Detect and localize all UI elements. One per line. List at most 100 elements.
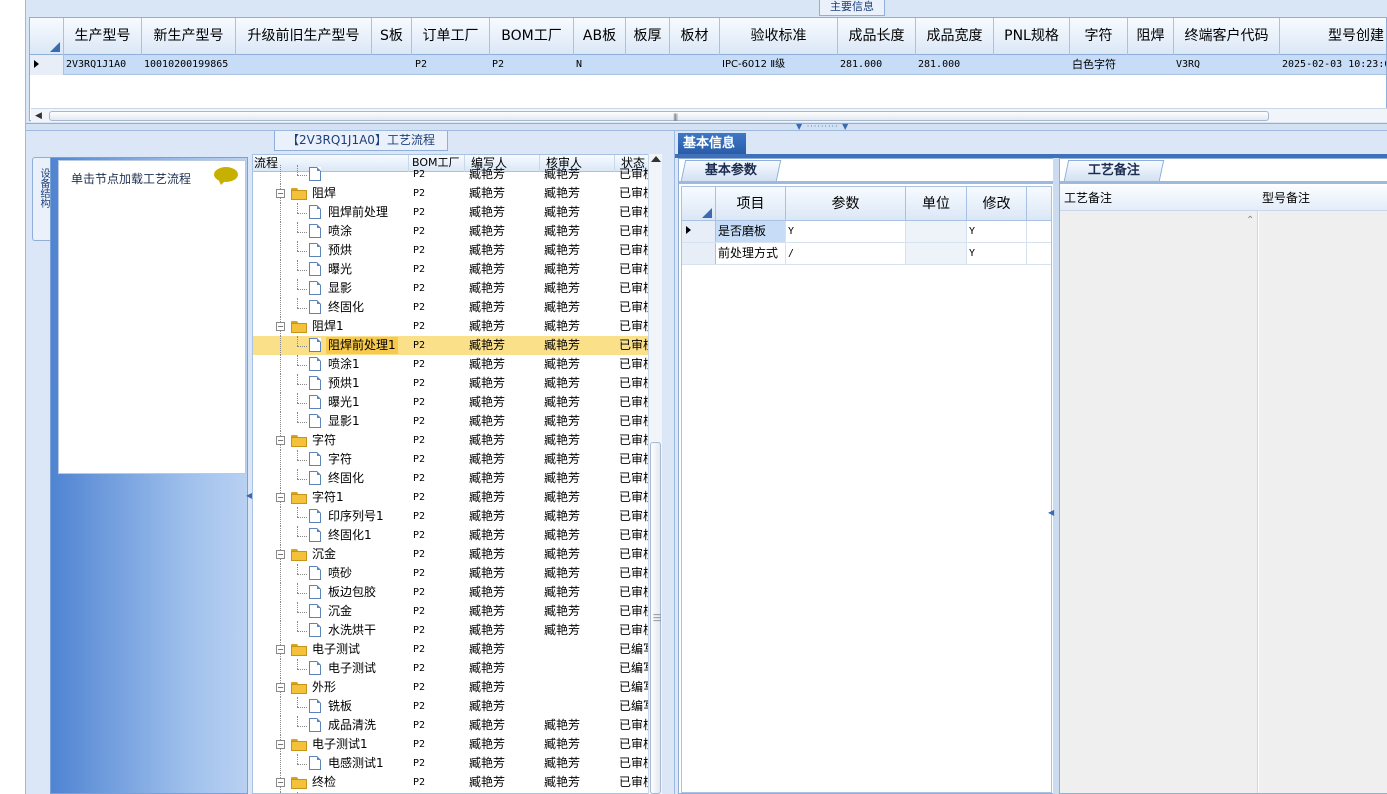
params-col-param[interactable]: 参数: [786, 187, 906, 221]
cell-order-factory[interactable]: P2: [415, 55, 490, 75]
cell-model[interactable]: 2V3RQ1J1A0: [66, 55, 142, 75]
param-unit[interactable]: [906, 221, 967, 242]
row-indicator[interactable]: [30, 55, 64, 75]
tree-folder-row[interactable]: − 沉金 P2 臧艳芳 臧艳芳 已审核: [253, 545, 649, 564]
cell-pnl[interactable]: [996, 55, 1070, 75]
main-grid-row[interactable]: 2V3RQ1J1A0 10010200199865 P2 P2 N IPC-60…: [30, 55, 1386, 75]
tree-node-label[interactable]: 终固化1: [326, 527, 374, 544]
tree-step-row[interactable]: 预烘 P2 臧艳芳 臧艳芳 已审核: [253, 241, 649, 260]
tree-step-row[interactable]: 水洗烘干 P2 臧艳芳 臧艳芳 已审核: [253, 621, 649, 640]
tree-node-label[interactable]: 预烘1: [326, 375, 362, 392]
tree-node-label[interactable]: 字符: [310, 432, 338, 449]
grid-corner-cell[interactable]: [30, 18, 64, 55]
tree-step-row[interactable]: 阻焊前处理 P2 臧艳芳 臧艳芳 已审核: [253, 203, 649, 222]
col-header-solder-mask[interactable]: 阻焊: [1128, 18, 1174, 55]
col-header-pnl[interactable]: PNL规格: [994, 18, 1070, 55]
tree-node-label[interactable]: 终检: [310, 774, 338, 791]
tree-node-label[interactable]: 沉金: [326, 603, 354, 620]
cell-ab-board[interactable]: N: [576, 55, 626, 75]
cell-length[interactable]: 281.000: [840, 55, 916, 75]
basic-info-tab[interactable]: 基本信息: [678, 133, 746, 154]
param-value[interactable]: Y: [786, 221, 906, 242]
tree-node-label[interactable]: 显影: [326, 280, 354, 297]
tree-node-label[interactable]: 电感测试1: [326, 755, 386, 772]
tree-node-label[interactable]: 沉金: [310, 546, 338, 563]
basic-params-tab[interactable]: 基本参数: [680, 160, 782, 181]
col-header-created[interactable]: 型号创建: [1280, 18, 1386, 55]
cell-s-board[interactable]: [374, 55, 412, 75]
col-header-new-model[interactable]: 新生产型号: [142, 18, 236, 55]
params-row-indicator[interactable]: [682, 243, 716, 264]
splitter-grip-icon[interactable]: ▼ ········· ▼: [796, 122, 849, 131]
tree-node-label[interactable]: 曝光: [326, 261, 354, 278]
tree-node-label[interactable]: 预烘: [326, 242, 354, 259]
col-header-order-factory[interactable]: 订单工厂: [412, 18, 490, 55]
tree-step-row[interactable]: 成品清洗 P2 臧艳芳 臧艳芳 已审核: [253, 716, 649, 735]
tree-node-label[interactable]: [326, 166, 330, 183]
tree-node-label[interactable]: 电子测试1: [310, 736, 370, 753]
tree-node-label[interactable]: 字符: [326, 451, 354, 468]
col-header-material[interactable]: 板材: [670, 18, 720, 55]
cell-bom-factory[interactable]: P2: [492, 55, 574, 75]
cell-solder-mask[interactable]: [1130, 55, 1174, 75]
tree-step-row[interactable]: 预烘1 P2 臧艳芳 臧艳芳 已审核: [253, 374, 649, 393]
param-unit[interactable]: [906, 243, 967, 264]
param-item[interactable]: 是否磨板: [716, 221, 786, 242]
main-info-title[interactable]: 主要信息: [819, 0, 885, 16]
tree-node-label[interactable]: 阻焊1: [310, 318, 346, 335]
params-row[interactable]: 前处理方式 / Y: [682, 243, 1051, 265]
tree-node-label[interactable]: 阻焊前处理: [326, 204, 390, 221]
cell-acceptance[interactable]: IPC-6012 Ⅱ级: [722, 55, 838, 75]
tree-node-label[interactable]: 曝光1: [326, 394, 362, 411]
col-header-old-model[interactable]: 升级前旧生产型号: [236, 18, 372, 55]
cell-character[interactable]: 白色字符: [1072, 55, 1128, 75]
tree-node-label[interactable]: 显影1: [326, 413, 362, 430]
collapse-node-icon[interactable]: −: [276, 683, 285, 692]
params-row[interactable]: 是否磨板 Y Y: [682, 221, 1051, 243]
tree-folder-row[interactable]: − 字符1 P2 臧艳芳 臧艳芳 已审核: [253, 488, 649, 507]
tree-node-label[interactable]: 阻焊: [310, 185, 338, 202]
tree-step-row[interactable]: 印序列号1 P2 臧艳芳 臧艳芳 已审核: [253, 507, 649, 526]
cell-old-model[interactable]: [238, 55, 372, 75]
process-notes-tab[interactable]: 工艺备注: [1063, 160, 1165, 181]
col-header-width[interactable]: 成品宽度: [916, 18, 994, 55]
process-flow-title[interactable]: 【2V3RQ1J1A0】工艺流程: [274, 131, 448, 151]
tree-step-row[interactable]: 终固化 P2 臧艳芳 臧艳芳 已审核: [253, 469, 649, 488]
scroll-up-arrow-icon[interactable]: ⌃: [1246, 215, 1254, 226]
tree-node-label[interactable]: 印序列号1: [326, 508, 386, 525]
tree-node-label[interactable]: 喷砂: [326, 565, 354, 582]
tree-step-row[interactable]: 沉金 P2 臧艳芳 臧艳芳 已审核: [253, 602, 649, 621]
tree-step-row[interactable]: 曝光 P2 臧艳芳 臧艳芳 已审核: [253, 260, 649, 279]
params-corner-cell[interactable]: [682, 187, 716, 221]
col-header-customer-code[interactable]: 终端客户代码: [1174, 18, 1280, 55]
tree-step-row[interactable]: 字符 P2 臧艳芳 臧艳芳 已审核: [253, 450, 649, 469]
col-header-model[interactable]: 生产型号: [64, 18, 142, 55]
tree-step-row[interactable]: 喷砂 P2 臧艳芳 臧艳芳 已审核: [253, 564, 649, 583]
tree-node-label[interactable]: 水洗烘干: [326, 622, 378, 639]
tree-step-row[interactable]: 终固化1 P2 臧艳芳 臧艳芳 已审核: [253, 526, 649, 545]
tree-folder-row[interactable]: − 电子测试 P2 臧艳芳 已编写: [253, 640, 649, 659]
device-structure-content[interactable]: 单击节点加载工艺流程: [58, 160, 246, 474]
tree-folder-row[interactable]: − 电子测试1 P2 臧艳芳 臧艳芳 已审核: [253, 735, 649, 754]
tree-step-row[interactable]: 终固化 P2 臧艳芳 臧艳芳 已审核: [253, 298, 649, 317]
tree-folder-row[interactable]: − 阻焊1 P2 臧艳芳 臧艳芳 已审核: [253, 317, 649, 336]
param-item[interactable]: 前处理方式: [716, 243, 786, 264]
collapse-node-icon[interactable]: −: [276, 550, 285, 559]
col-header-acceptance[interactable]: 验收标准: [720, 18, 838, 55]
horizontal-splitter[interactable]: ▼ ········· ▼: [26, 122, 1387, 131]
tree-step-row[interactable]: 显影1 P2 臧艳芳 臧艳芳 已审核: [253, 412, 649, 431]
collapse-node-icon[interactable]: −: [276, 778, 285, 787]
tree-node-label[interactable]: 成品清洗: [326, 717, 378, 734]
tree-folder-row[interactable]: − 阻焊 P2 臧艳芳 臧艳芳 已审核: [253, 184, 649, 203]
collapse-node-icon[interactable]: −: [276, 322, 285, 331]
tree-step-row[interactable]: 喷涂 P2 臧艳芳 臧艳芳 已审核: [253, 222, 649, 241]
cell-thickness[interactable]: [628, 55, 670, 75]
tree-node-label[interactable]: 铣板: [326, 698, 354, 715]
tree-node-label[interactable]: 电子测试: [310, 641, 362, 658]
cell-created[interactable]: 2025-02-03 10:23:0: [1282, 55, 1386, 75]
tree-node-label[interactable]: 字符1: [310, 489, 346, 506]
param-modify[interactable]: Y: [967, 243, 1027, 264]
tree-step-row[interactable]: 阻焊前处理1 P2 臧艳芳 臧艳芳 已审核: [253, 336, 649, 355]
process-tree-vscrollbar[interactable]: — — —: [648, 154, 662, 794]
params-row-indicator[interactable]: [682, 221, 716, 242]
